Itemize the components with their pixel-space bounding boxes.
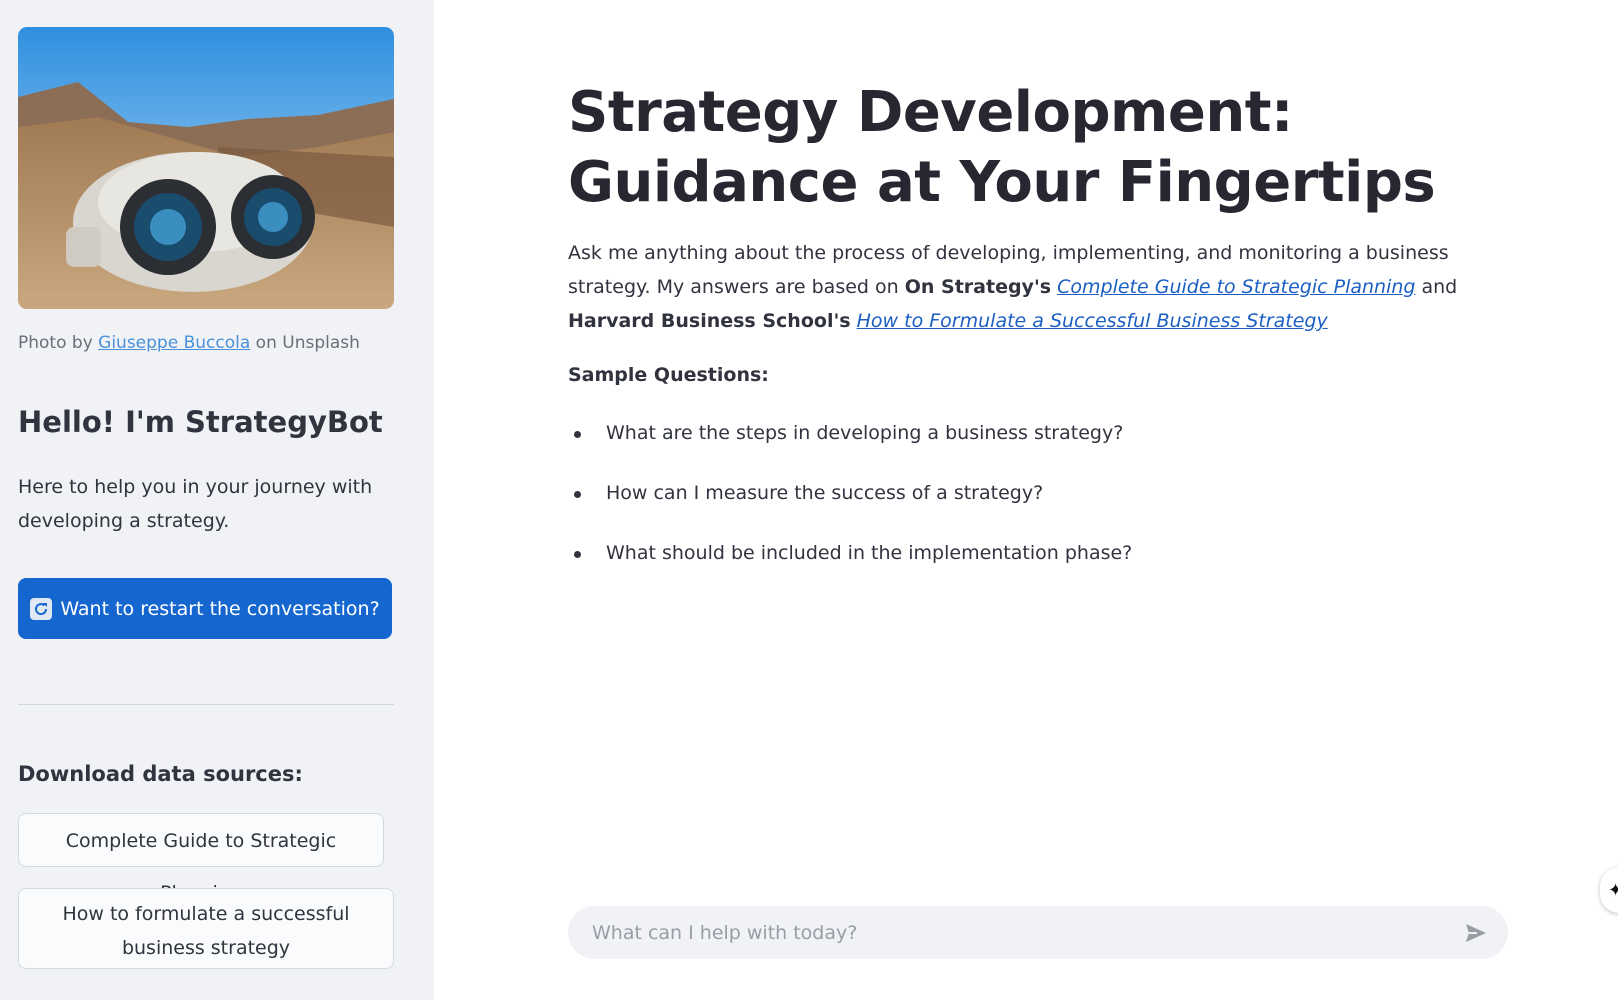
restart-label: Want to restart the conversation? (60, 597, 380, 620)
source1-link[interactable]: Complete Guide to Strategic Planning (1057, 276, 1415, 298)
list-item: How can I measure the success of a strat… (568, 478, 1132, 538)
list-item: What should be included in the implement… (568, 538, 1132, 598)
caption-prefix: Photo by (18, 333, 93, 353)
bot-greeting: Hello! I'm StrategyBot (18, 405, 383, 439)
page-title: Strategy Development: Guidance at Your F… (568, 80, 1436, 215)
restart-conversation-button[interactable]: Want to restart the conversation? (18, 578, 392, 639)
sidebar: Photo by Giuseppe Buccola on Unsplash He… (0, 0, 434, 1000)
source2-org: Harvard Business School's (568, 310, 851, 332)
bot-intro: Here to help you in your journey with de… (18, 476, 373, 532)
sparkle-icon[interactable]: ✦ (1600, 867, 1618, 913)
send-icon[interactable] (1462, 919, 1490, 947)
caption-suffix: on Unsplash (255, 333, 360, 353)
page-description: Ask me anything about the process of dev… (568, 236, 1488, 338)
download-hbs-button[interactable]: How to formulate a successful business s… (18, 888, 394, 969)
download-guide-button[interactable]: Complete Guide to Strategic Planning (18, 813, 384, 904)
source1-org: On Strategy's (904, 276, 1052, 298)
photo-caption: Photo by Giuseppe Buccola on Unsplash (18, 333, 360, 353)
chat-input-bar (568, 906, 1508, 959)
list-item: What are the steps in developing a busin… (568, 418, 1132, 478)
chat-input[interactable] (590, 920, 1462, 945)
sample-questions-label: Sample Questions: (568, 364, 769, 386)
download-title: Download data sources: (18, 762, 303, 786)
source2-link[interactable]: How to Formulate a Successful Business S… (857, 310, 1328, 332)
description-conj: and (1421, 276, 1458, 298)
binoculars-photo (18, 27, 394, 309)
photographer-link[interactable]: Giuseppe Buccola (98, 333, 250, 353)
refresh-icon (30, 597, 53, 620)
sidebar-divider (18, 704, 394, 705)
sample-questions-list: What are the steps in developing a busin… (568, 418, 1132, 598)
